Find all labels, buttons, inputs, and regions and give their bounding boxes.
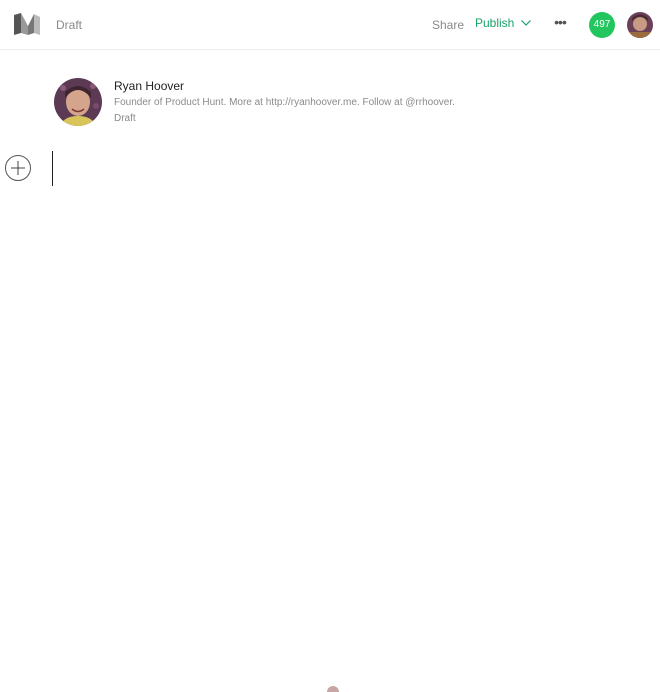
publish-button[interactable]: Publish: [475, 16, 532, 30]
user-avatar[interactable]: [627, 12, 653, 38]
author-bio: Founder of Product Hunt. More at http://…: [114, 97, 455, 108]
share-button[interactable]: Share: [432, 18, 464, 32]
chevron-down-icon: [521, 20, 532, 26]
scroll-indicator: [327, 686, 339, 692]
plus-icon: [11, 161, 25, 175]
draft-status: Draft: [56, 18, 83, 32]
more-options-icon[interactable]: •••: [551, 15, 569, 29]
post-editor[interactable]: [52, 151, 612, 187]
author-card: Ryan Hoover Founder of Product Hunt. Mor…: [54, 78, 614, 128]
author-name[interactable]: Ryan Hoover: [114, 79, 184, 93]
notification-count-badge[interactable]: 497: [589, 12, 615, 38]
medium-logo-icon[interactable]: [13, 12, 41, 36]
publish-label: Publish: [475, 16, 515, 30]
top-bar: Draft Share Publish ••• 497: [0, 0, 660, 50]
text-cursor: [52, 151, 53, 186]
author-avatar[interactable]: [54, 78, 102, 126]
add-content-button[interactable]: [5, 155, 31, 181]
post-status: Draft: [114, 113, 136, 124]
